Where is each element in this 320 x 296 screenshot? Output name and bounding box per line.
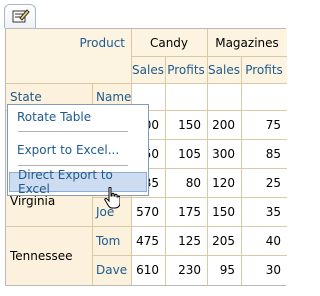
cell-r1-c3: 85: [241, 139, 287, 168]
grid-line: [6, 83, 287, 84]
cell-r4-c0: 475: [131, 226, 165, 255]
cell-r4-c3: 40: [241, 226, 287, 255]
measure-profits-candy: Profits: [165, 56, 207, 83]
cell-r3-c0: 570: [131, 197, 165, 226]
cell-r4-c2: 205: [207, 226, 241, 255]
menu-separator: [18, 165, 128, 166]
cell-r3-c3: 35: [241, 197, 287, 226]
menu-item-rotate-table[interactable]: Rotate Table: [9, 107, 147, 127]
measure-sales-candy: Sales: [131, 56, 165, 83]
cell-r3-c1: 175: [165, 197, 207, 226]
context-menu: Rotate Table Export to Excel... Direct E…: [7, 104, 149, 196]
cell-r2-c1: 80: [165, 168, 207, 197]
product-candy-header: Candy: [131, 29, 207, 56]
cell-r0-c2: 200: [207, 110, 241, 139]
export-edit-icon: [12, 9, 30, 23]
cell-r1-c1: 105: [165, 139, 207, 168]
hand-cursor-icon: [104, 187, 120, 209]
grid-line: [207, 29, 208, 285]
measure-profits-magazines: Profits: [241, 56, 287, 83]
cell-r0-c1: 150: [165, 110, 207, 139]
cell-r5-c1: 230: [165, 255, 207, 285]
grid-line: [92, 197, 287, 198]
cell-r5-c0: 610: [131, 255, 165, 285]
grid-line: [241, 56, 242, 285]
header-spacer: [6, 56, 131, 83]
cell-r1-c2: 300: [207, 139, 241, 168]
menu-item-direct-export-to-excel[interactable]: Direct Export to Excel: [9, 168, 147, 196]
cell-r2-c2: 120: [207, 168, 241, 197]
empty-header-cells: [131, 83, 287, 110]
cell-r2-c3: 25: [241, 168, 287, 197]
cell-r4-c1: 125: [165, 226, 207, 255]
grid-line: [131, 56, 287, 57]
product-magazines-header: Magazines: [207, 29, 287, 56]
cell-r5-c3: 30: [241, 255, 287, 285]
export-toolbar-button[interactable]: [4, 4, 36, 28]
cell-r3-c2: 150: [207, 197, 241, 226]
grid-line: [92, 255, 287, 256]
state-tennessee: Tennessee: [6, 226, 92, 285]
cell-r5-c2: 95: [207, 255, 241, 285]
menu-separator: [18, 131, 128, 132]
name-tom: Tom: [92, 226, 131, 255]
name-dave: Dave: [92, 255, 131, 285]
product-header: Product: [6, 29, 131, 56]
grid-line: [165, 56, 166, 285]
cell-r0-c3: 75: [241, 110, 287, 139]
measure-sales-magazines: Sales: [207, 56, 241, 83]
menu-item-export-to-excel[interactable]: Export to Excel...: [9, 140, 147, 160]
grid-line: [6, 226, 287, 227]
